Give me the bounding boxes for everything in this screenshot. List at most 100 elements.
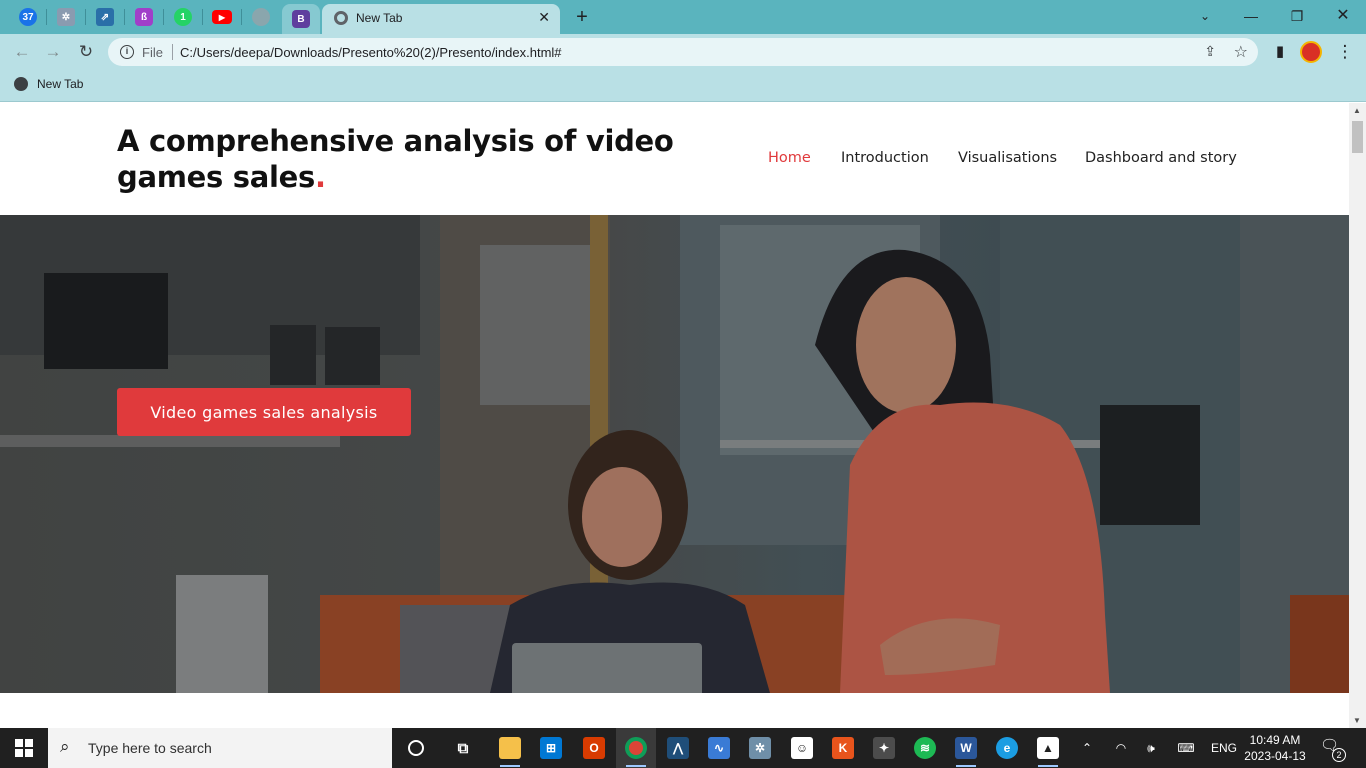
scrollbar-thumb[interactable] <box>1352 121 1363 153</box>
store-icon: ⊞ <box>540 737 562 759</box>
pinned-tab-app[interactable]: ⇗ <box>91 5 119 29</box>
menu-kebab-icon[interactable]: ⋮ <box>1333 40 1357 64</box>
close-window-button[interactable]: ✕ <box>1323 4 1363 28</box>
start-button[interactable] <box>0 728 48 768</box>
taskbar-photos[interactable]: ▲ <box>1028 728 1068 768</box>
taskbar-file-explorer[interactable] <box>490 728 530 768</box>
whatsapp-icon: 1 <box>174 8 192 26</box>
back-arrow-icon[interactable]: ← <box>10 40 34 64</box>
search-icon: ⌕ <box>60 737 70 756</box>
taskbar-search[interactable]: ⌕ Type here to search <box>48 728 392 768</box>
tab-active[interactable]: New Tab ✕ <box>322 4 560 34</box>
taskbar: ⌕ Type here to search ⧉ ⊞ O ⋀ ∿ ✲ ☺ K ✦ … <box>0 728 1366 768</box>
pinned-tab-youtube[interactable]: ▶ <box>208 5 236 29</box>
site-title-dot: . <box>314 160 326 194</box>
office-icon: O <box>583 737 605 759</box>
clock[interactable]: 10:49 AM 2023-04-13 <box>1244 732 1306 764</box>
pinned-tab-whatsapp[interactable]: 1 <box>169 5 197 29</box>
taskbar-app[interactable]: ✦ <box>864 728 904 768</box>
divider <box>172 44 173 60</box>
clock-date: 2023-04-13 <box>1244 749 1306 763</box>
taskbar-spotify[interactable]: ≋ <box>905 728 945 768</box>
running-indicator <box>500 765 520 767</box>
bookmarks-bar: New Tab <box>0 70 1366 102</box>
clock-time: 10:49 AM <box>1249 733 1301 747</box>
language-indicator[interactable]: ENG <box>1206 728 1242 768</box>
app-icon: K <box>832 737 854 759</box>
new-tab-button[interactable]: + <box>570 5 594 29</box>
profile-avatar[interactable] <box>1300 41 1322 63</box>
forward-arrow-icon[interactable]: → <box>41 40 65 64</box>
tab-strip: 37 ✲ ⇗ ß 1 ▶ B New Tab ✕ + ⌄ — ❐ ✕ <box>0 0 1366 34</box>
wifi-icon[interactable]: ◠ <box>1110 728 1132 768</box>
pinned-tab-app[interactable]: ✲ <box>52 5 80 29</box>
url-text[interactable]: C:/Users/deepa/Downloads/Presento%20(2)/… <box>180 45 562 60</box>
address-bar[interactable]: i File C:/Users/deepa/Downloads/Presento… <box>108 38 1258 66</box>
taskbar-office[interactable]: O <box>574 728 614 768</box>
pinned-tab-bootstrap[interactable]: B <box>282 4 320 34</box>
reload-icon[interactable]: ↻ <box>74 40 98 64</box>
pinned-tab-app[interactable]: ß <box>130 5 158 29</box>
scroll-up-icon[interactable]: ▲ <box>1353 106 1361 115</box>
keyboard-icon[interactable]: ⌨ <box>1172 728 1200 768</box>
badge-icon: 37 <box>19 8 37 26</box>
nav-visualisations[interactable]: Visualisations <box>958 150 1057 166</box>
info-icon[interactable]: i <box>120 45 134 59</box>
globe-icon <box>252 8 270 26</box>
globe-icon <box>14 77 28 91</box>
nav-dashboard-and-story[interactable]: Dashboard and story <box>1085 150 1237 166</box>
nav-introduction[interactable]: Introduction <box>841 150 929 166</box>
running-indicator <box>1038 765 1058 767</box>
task-view-button[interactable]: ⧉ <box>443 728 483 768</box>
volume-icon[interactable]: 🕪 <box>1140 728 1162 768</box>
share-icon[interactable]: ⇪ <box>1204 43 1216 60</box>
taskbar-word[interactable]: W <box>946 728 986 768</box>
notification-button[interactable]: 🗨 2 <box>1320 736 1346 762</box>
scroll-down-icon[interactable]: ▼ <box>1353 716 1361 725</box>
minimize-button[interactable]: — <box>1231 4 1271 28</box>
tray-chevron-up-icon[interactable]: ⌃ <box>1076 728 1098 768</box>
close-tab-icon[interactable]: ✕ <box>538 9 550 26</box>
taskbar-edge[interactable]: e <box>987 728 1027 768</box>
edge-icon: e <box>996 737 1018 759</box>
windows-logo-icon <box>15 739 33 757</box>
taskbar-app[interactable]: ✲ <box>740 728 780 768</box>
bookmark-label: New Tab <box>37 77 84 91</box>
hero-section: Video games sales analysis <box>0 215 1349 693</box>
app-icon: ☺ <box>791 737 813 759</box>
tab-title: New Tab <box>356 11 403 25</box>
spotify-icon: ≋ <box>914 737 936 759</box>
bootstrap-icon: B <box>292 10 310 28</box>
tab-search-chevron-icon[interactable]: ⌄ <box>1185 4 1225 28</box>
word-icon: W <box>955 737 977 759</box>
app-icon: ∿ <box>708 737 730 759</box>
page-viewport: A comprehensive analysis of video games … <box>0 103 1349 728</box>
taskbar-chrome[interactable] <box>616 728 656 768</box>
chrome-icon <box>625 737 647 759</box>
bookmark-star-icon[interactable]: ☆ <box>1234 42 1248 62</box>
pinned-tab-badge[interactable]: 37 <box>14 5 42 29</box>
photos-icon: ▲ <box>1037 737 1059 759</box>
taskbar-app[interactable]: K <box>823 728 863 768</box>
browser-toolbar: ← → ↻ i File C:/Users/deepa/Downloads/Pr… <box>0 34 1366 70</box>
nav-home[interactable]: Home <box>768 150 811 166</box>
taskbar-app[interactable]: ⋀ <box>658 728 698 768</box>
taskbar-app[interactable]: ∿ <box>699 728 739 768</box>
bookmark-new-tab[interactable]: New Tab <box>14 77 83 91</box>
app-icon: ✲ <box>749 737 771 759</box>
app-icon: ✲ <box>57 8 75 26</box>
tab-separator <box>163 9 164 25</box>
side-panel-icon[interactable]: ▮ <box>1268 40 1292 64</box>
page-scrollbar[interactable]: ▲ ▼ <box>1349 103 1366 728</box>
app-icon: ✦ <box>873 737 895 759</box>
hero-cta-button[interactable]: Video games sales analysis <box>117 388 411 436</box>
task-view-icon: ⧉ <box>457 739 469 757</box>
running-indicator <box>956 765 976 767</box>
cortana-button[interactable] <box>396 728 436 768</box>
taskbar-app[interactable]: ☺ <box>782 728 822 768</box>
app-icon: ß <box>135 8 153 26</box>
taskbar-store[interactable]: ⊞ <box>531 728 571 768</box>
pinned-tab-app[interactable] <box>247 5 275 29</box>
app-icon: ⋀ <box>667 737 689 759</box>
restore-button[interactable]: ❐ <box>1277 4 1317 28</box>
